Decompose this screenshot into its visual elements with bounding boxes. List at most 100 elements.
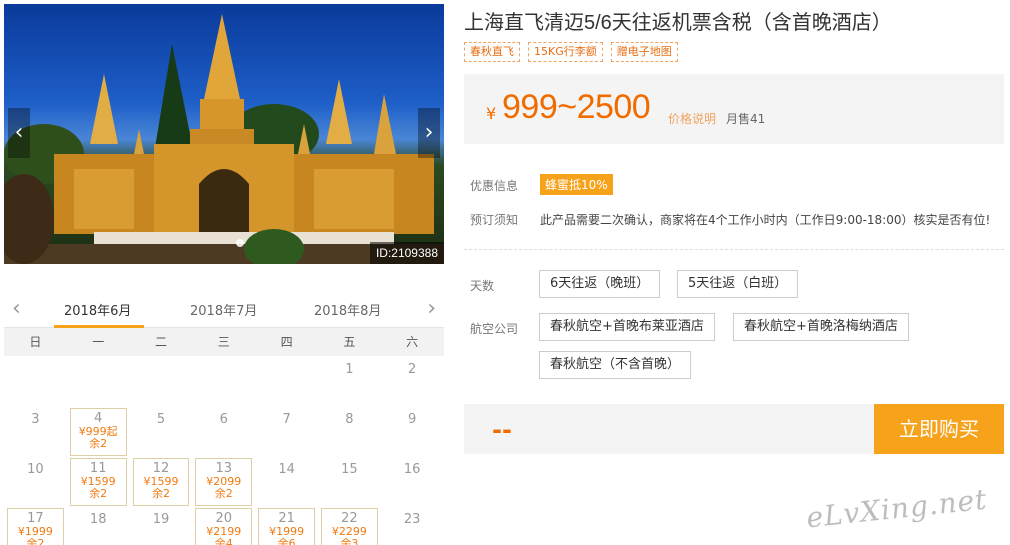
calendar-day	[67, 356, 130, 406]
day-number: 11	[89, 461, 107, 476]
calendar-day	[255, 356, 318, 406]
weekday-header: 日 一 二 三 四 五 六	[4, 328, 444, 356]
purchase-bar: -- 立即购买	[464, 404, 1004, 454]
calendar-day-available[interactable]: 11 ¥1599 余2	[69, 458, 127, 506]
day-number: 19	[152, 512, 170, 527]
day-number: 18	[89, 512, 107, 527]
calendar-day: 8	[318, 406, 381, 456]
calendar-day-available[interactable]: 4 ¥999起 余2	[69, 408, 127, 456]
weekday-label: 日	[29, 335, 42, 349]
promo-badge: 蜂蜜抵10%	[540, 174, 613, 195]
product-title: 上海直飞清迈5/6天往返机票含税（含首晚酒店）	[464, 12, 892, 34]
weekday-label: 四	[280, 335, 293, 349]
buy-now-button[interactable]: 立即购买	[874, 404, 1004, 454]
weekday-label: 六	[406, 335, 419, 349]
day-number: 15	[341, 462, 358, 477]
day-remaining: 余6	[277, 537, 296, 545]
price-range: 999~2500	[502, 88, 651, 126]
day-remaining: 余2	[26, 537, 45, 545]
day-number: 7	[282, 412, 291, 427]
product-tags: 春秋直飞 15KG行李额 赠电子地图	[464, 42, 678, 62]
site-watermark: eLvXing.net	[804, 482, 989, 535]
total-price-placeholder: --	[492, 416, 512, 444]
calendar-day: 18	[67, 506, 130, 545]
calendar-day: 15	[318, 456, 381, 506]
tag-direct-flight: 春秋直飞	[464, 42, 520, 62]
day-remaining: 余2	[89, 487, 108, 500]
day-number: 22	[341, 511, 358, 526]
active-month-indicator	[54, 325, 144, 328]
weekday-label: 二	[154, 335, 167, 349]
calendar-day: 5	[130, 406, 193, 456]
calendar-day	[192, 356, 255, 406]
prev-photo-button[interactable]: ‹	[8, 108, 30, 158]
calendar-day: 1	[318, 356, 381, 406]
day-remaining: 余2	[151, 487, 170, 500]
product-photo: ‹ › ID:2109388	[4, 4, 444, 264]
calendar-day-available[interactable]: 20 ¥2199 余4	[195, 508, 253, 545]
calendar-week-row: 3 4 ¥999起 余2 5 6 7 8 9	[4, 406, 444, 456]
day-number	[67, 356, 130, 362]
carousel-indicator[interactable]	[236, 236, 244, 250]
day-number: 8	[345, 412, 354, 427]
next-photo-button[interactable]: ›	[418, 108, 440, 158]
tab-month-june[interactable]: 2018年6月	[64, 300, 131, 319]
days-label: 天数	[470, 279, 495, 293]
calendar-day: 16	[381, 456, 444, 506]
calendar-day: 3	[4, 406, 67, 456]
tab-month-august[interactable]: 2018年8月	[314, 300, 381, 319]
calendar-day-available[interactable]: 13 ¥2099 余2	[195, 458, 253, 506]
next-month-arrow-icon[interactable]: ›	[427, 296, 436, 321]
airline-label: 航空公司	[470, 322, 519, 336]
departure-calendar: ‹ 2018年6月 2018年7月 2018年8月 › 日 一 二 三 四 五 …	[4, 290, 444, 545]
day-remaining: 余2	[214, 487, 233, 500]
calendar-day: 19	[130, 506, 193, 545]
day-remaining: 余2	[89, 437, 108, 450]
calendar-day-available[interactable]: 21 ¥1999 余6	[258, 508, 315, 545]
calendar-day-available[interactable]: 17 ¥1999 余2	[7, 508, 64, 545]
day-number: 9	[408, 412, 417, 427]
day-number: 13	[215, 461, 233, 476]
day-remaining: 余3	[340, 537, 359, 545]
section-divider	[464, 249, 1004, 250]
currency-symbol: ¥	[486, 104, 497, 123]
price-panel: ¥ 999~2500 价格说明 月售41	[464, 74, 1004, 144]
option-5-day-daytime[interactable]: 5天往返（白班）	[677, 270, 799, 298]
calendar-day-available[interactable]: 22 ¥2299 余3	[320, 508, 378, 545]
option-spring-bulaya-hotel[interactable]: 春秋航空+首晚布莱亚酒店	[539, 313, 715, 341]
monthly-sales: 月售41	[726, 112, 766, 126]
calendar-day: 7	[255, 406, 318, 456]
option-6-day-evening[interactable]: 6天往返（晚班）	[539, 270, 661, 298]
day-number: 14	[278, 462, 295, 477]
calendar-week-row: 10 11 ¥1599 余2 12 ¥1599 余2 13 ¥2099 余2 14 15 16	[4, 456, 444, 506]
calendar-day: 6	[192, 406, 255, 456]
tag-baggage: 15KG行李额	[528, 42, 603, 62]
day-number: 20	[215, 511, 233, 526]
weekday-label: 一	[92, 335, 105, 349]
temple-illustration	[4, 14, 444, 264]
tab-month-july[interactable]: 2018年7月	[190, 300, 257, 319]
price-explanation-link[interactable]: 价格说明	[668, 110, 716, 127]
image-id-label: ID:2109388	[369, 242, 444, 264]
calendar-week-row: 12	[4, 356, 444, 406]
calendar-grid: 1 2 3 4 ¥999起 余2 5 6 7 8 9 10 11 ¥1599 余2 12 ¥1599 余2 13 ¥2…	[4, 356, 444, 545]
day-number: 6	[219, 412, 228, 427]
option-spring-lomeina-hotel[interactable]: 春秋航空+首晚洛梅纳酒店	[733, 313, 909, 341]
calendar-day: 14	[255, 456, 318, 506]
day-number: 4	[94, 411, 103, 426]
calendar-day: 23	[381, 506, 444, 545]
calendar-day: 9	[381, 406, 444, 456]
prev-month-arrow-icon[interactable]: ‹	[12, 296, 21, 321]
weekday-label: 三	[217, 335, 230, 349]
calendar-week-row: 17 ¥1999 余2 18 19 20 ¥2199 余4 21 ¥1999 余6 22 ¥2299 余3…	[4, 506, 444, 545]
day-number: 10	[27, 462, 44, 477]
calendar-day-available[interactable]: 12 ¥1599 余2	[132, 458, 190, 506]
option-spring-no-hotel[interactable]: 春秋航空（不含首晚）	[539, 351, 692, 379]
day-number	[192, 356, 255, 362]
day-number: 5	[156, 412, 166, 427]
booking-notice-text: 此产品需要二次确认，商家将在4个工作小时内（工作日9:00-18:00）核实是否…	[540, 213, 991, 227]
day-number	[4, 356, 67, 362]
day-number: 21	[278, 511, 295, 526]
promo-label: 优惠信息	[470, 179, 519, 193]
day-number	[130, 356, 193, 362]
